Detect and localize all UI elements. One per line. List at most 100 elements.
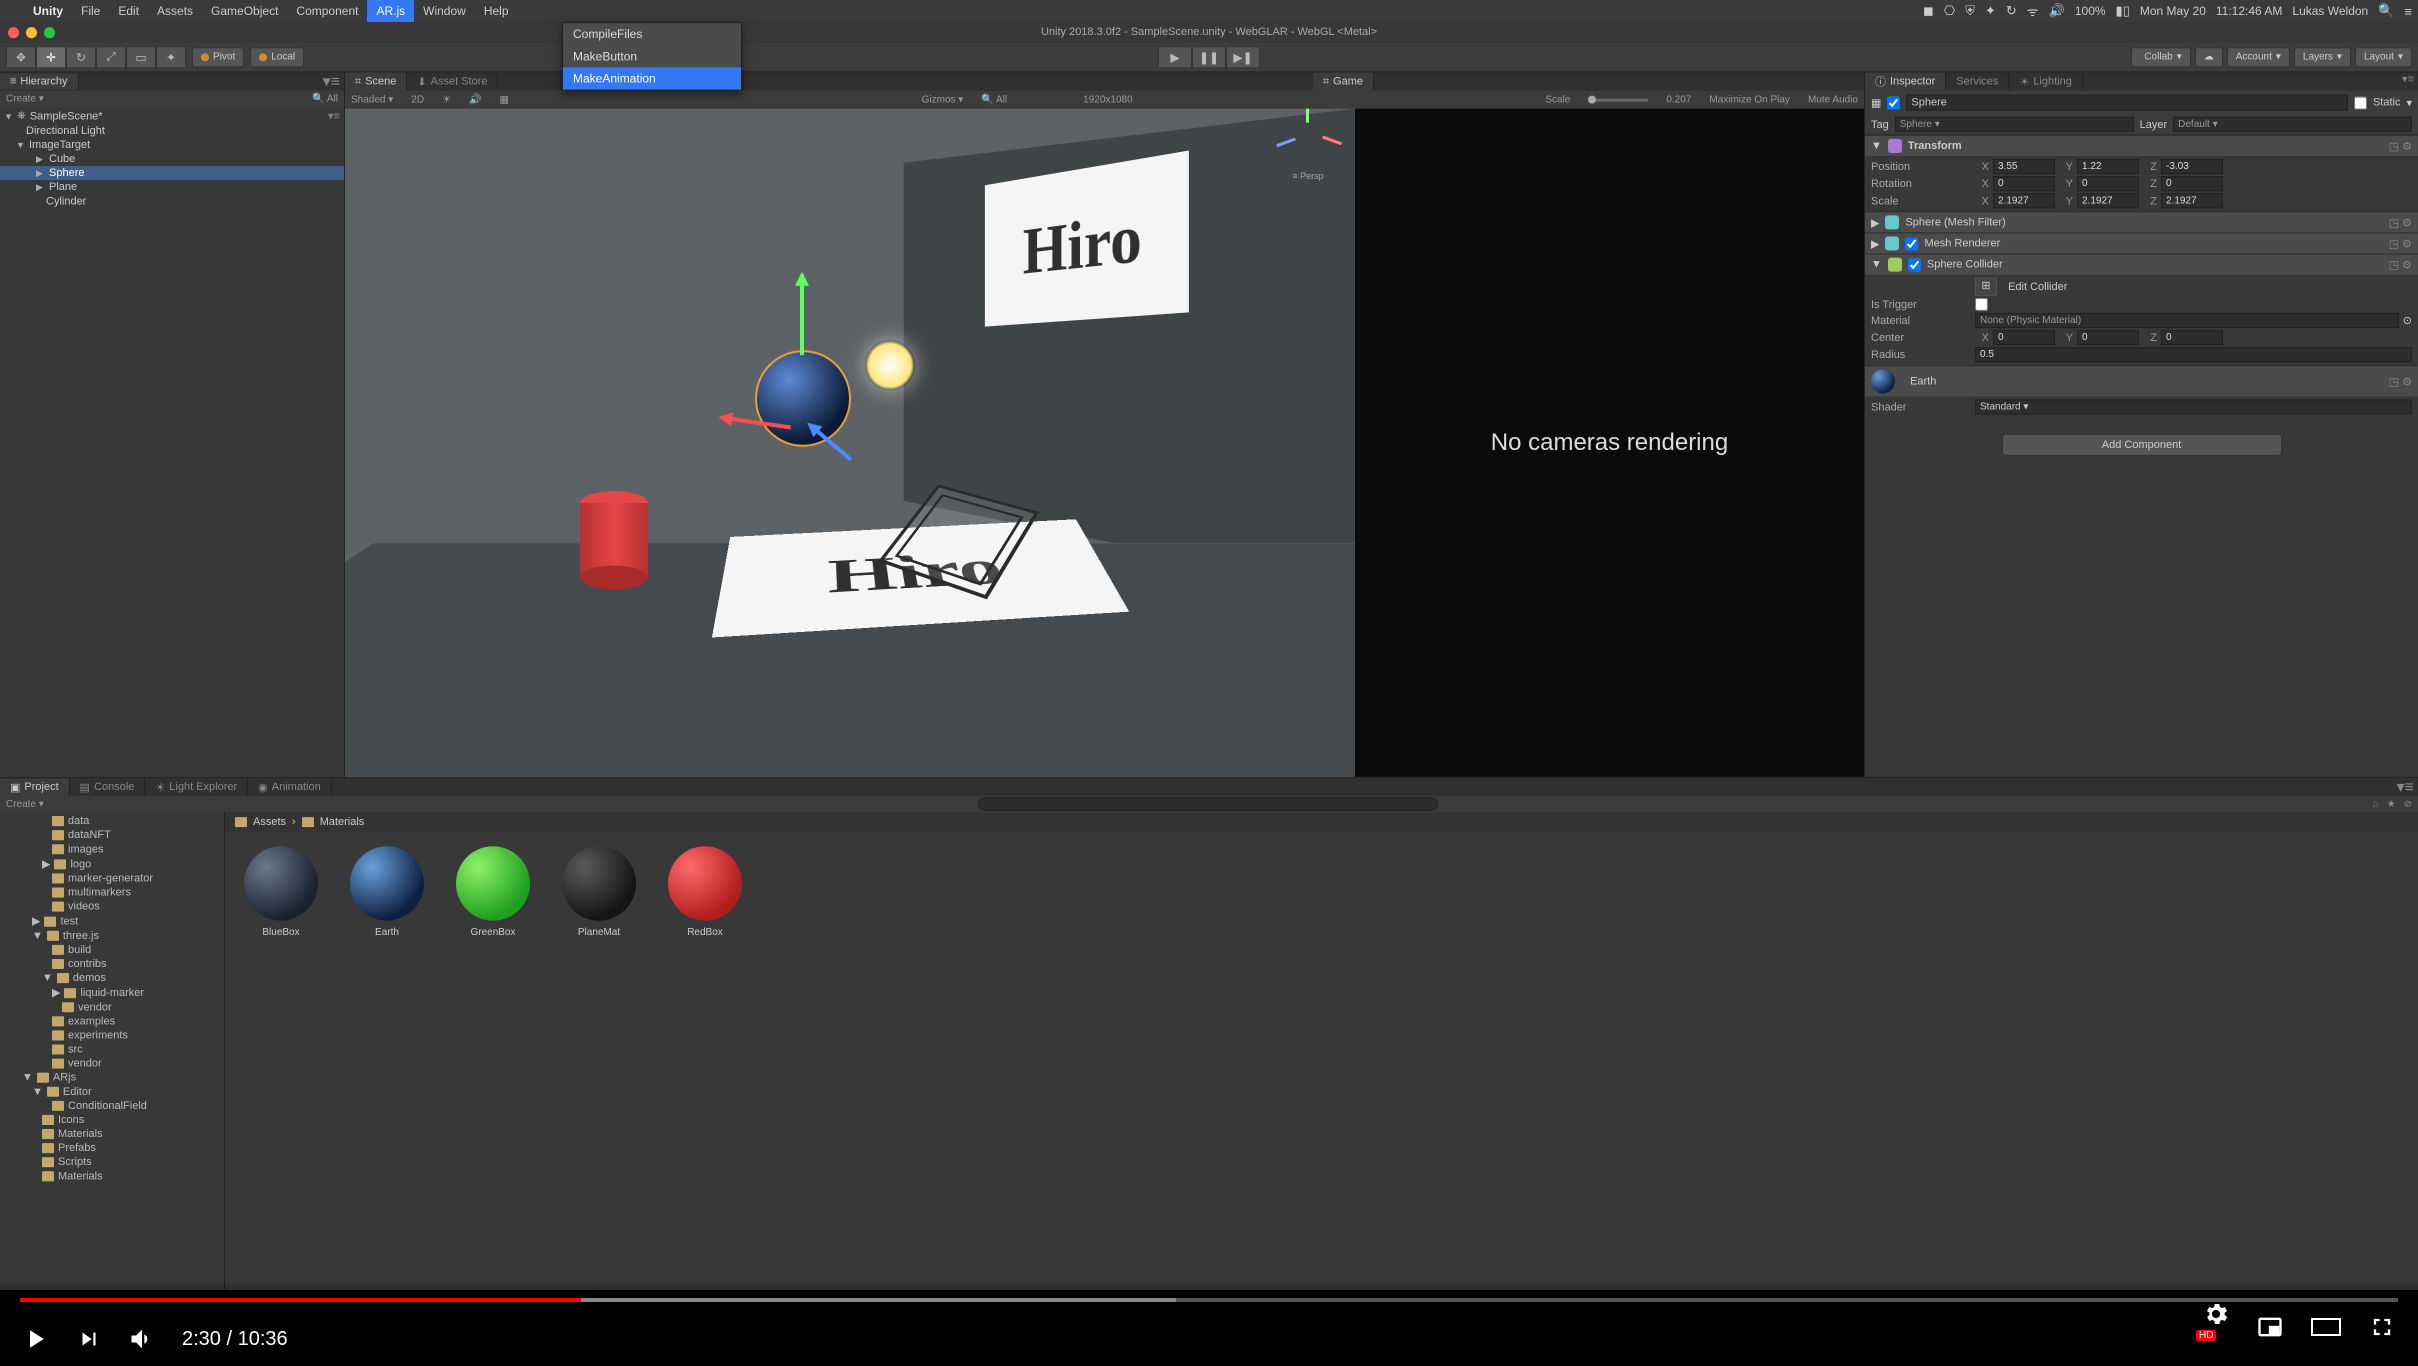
hierarchy-search[interactable]: 🔍 All: [312, 93, 338, 104]
move-tool[interactable]: ✛: [36, 46, 66, 68]
filter-icon[interactable]: ⌂: [2373, 798, 2379, 809]
close-window-button[interactable]: [8, 27, 19, 38]
node-plane[interactable]: ▶Plane: [0, 180, 344, 194]
zoom-window-button[interactable]: [44, 27, 55, 38]
scene-tab[interactable]: ⌗ Scene: [345, 72, 407, 90]
spotlight-icon[interactable]: 🔍: [2378, 3, 2394, 19]
position-x[interactable]: 3.55: [1993, 159, 2055, 174]
rotation-z[interactable]: 0: [2161, 176, 2223, 191]
cloud-button[interactable]: ☁: [2195, 47, 2223, 67]
hidden-icon[interactable]: ⊘: [2404, 798, 2412, 809]
unity-hub-icon[interactable]: ⎔: [1944, 3, 1955, 19]
rect-tool[interactable]: ▭: [126, 46, 156, 68]
asset-earth[interactable]: Earth: [345, 846, 429, 938]
asset-store-tab[interactable]: ⬇ Asset Store: [407, 72, 498, 90]
gear-icon[interactable]: ◳ ⚙: [2389, 258, 2412, 271]
pivot-toggle[interactable]: Pivot: [192, 47, 244, 67]
project-options-icon[interactable]: ▾≡: [2393, 777, 2418, 797]
maximize-toggle[interactable]: Maximize On Play: [1709, 94, 1790, 105]
node-imagetarget[interactable]: ▼ImageTarget: [0, 138, 344, 152]
account-dropdown[interactable]: Account ▾: [2227, 47, 2290, 67]
project-tree[interactable]: data dataNFT images ▶logo marker-generat…: [0, 812, 225, 1290]
transform-tool[interactable]: ✦: [156, 46, 186, 68]
rotation-y[interactable]: 0: [2077, 176, 2139, 191]
layers-dropdown[interactable]: Layers ▾: [2294, 47, 2351, 67]
scale-tool[interactable]: ⤢: [96, 46, 126, 68]
siri-icon[interactable]: ≡: [2404, 4, 2412, 19]
meshrenderer-header[interactable]: ▶ Mesh Renderer◳ ⚙: [1865, 232, 2418, 253]
physic-material-field[interactable]: None (Physic Material): [1975, 313, 2399, 328]
collider-header[interactable]: ▼ Sphere Collider◳ ⚙: [1865, 254, 2418, 275]
gizmos-dropdown[interactable]: Gizmos ▾: [922, 94, 964, 105]
node-cylinder[interactable]: Cylinder: [0, 194, 344, 208]
wifi-icon[interactable]: ᯤ: [2027, 2, 2039, 20]
tool-icon[interactable]: ✦: [1985, 3, 1996, 19]
rotate-tool[interactable]: ↻: [66, 46, 96, 68]
video-play-button[interactable]: [20, 1324, 50, 1354]
layout-dropdown[interactable]: Layout ▾: [2355, 47, 2412, 67]
inspector-tab[interactable]: ⓘ Inspector: [1865, 72, 1946, 90]
scale-slider[interactable]: [1588, 98, 1648, 101]
console-tab[interactable]: ▤ Console: [70, 778, 146, 795]
node-directional-light[interactable]: Directional Light: [0, 124, 344, 138]
create-dropdown[interactable]: Create ▾: [6, 93, 44, 104]
scale-z[interactable]: 2.1927: [2161, 193, 2223, 208]
scene-sphere-selected[interactable]: [755, 350, 851, 447]
inspector-options-icon[interactable]: ▾≡: [2398, 72, 2418, 90]
radius-field[interactable]: 0.5: [1975, 347, 2412, 362]
video-next-button[interactable]: [76, 1326, 102, 1352]
menu-edit[interactable]: Edit: [109, 0, 148, 22]
node-sphere[interactable]: ▶Sphere: [0, 166, 344, 180]
local-toggle[interactable]: Local: [250, 47, 304, 67]
lighting-tab[interactable]: ☀ Lighting: [2009, 72, 2082, 90]
node-cube[interactable]: ▶Cube: [0, 152, 344, 166]
favorites-icon[interactable]: ★: [2387, 798, 2396, 809]
light-explorer-tab[interactable]: ☀ Light Explorer: [145, 778, 248, 795]
asset-greenbox[interactable]: GreenBox: [451, 846, 535, 938]
menu-component[interactable]: Component: [287, 0, 367, 22]
tag-dropdown[interactable]: Sphere ▾: [1895, 117, 2134, 132]
dropdown-compilefiles[interactable]: CompileFiles: [563, 23, 741, 45]
gameobject-name[interactable]: Sphere: [1906, 95, 2348, 111]
video-volume-button[interactable]: [128, 1325, 156, 1353]
project-tab[interactable]: ▣ Project: [0, 778, 70, 795]
menu-gameobject[interactable]: GameObject: [202, 0, 287, 22]
gear-icon[interactable]: ◳ ⚙: [2389, 237, 2412, 250]
meshfilter-header[interactable]: ▶ Sphere (Mesh Filter)◳ ⚙: [1865, 211, 2418, 232]
menu-window[interactable]: Window: [414, 0, 475, 22]
breadcrumb[interactable]: Assets › Materials: [225, 812, 2418, 832]
scene-node[interactable]: ▼⎈ SampleScene*▾≡: [0, 109, 344, 124]
scene-view[interactable]: Hiro Hiro ≡ Persp: [345, 109, 1355, 777]
video-miniplayer-button[interactable]: [2256, 1313, 2284, 1341]
center-z[interactable]: 0: [2161, 330, 2223, 345]
asset-bluebox[interactable]: BlueBox: [239, 846, 323, 938]
menu-assets[interactable]: Assets: [148, 0, 202, 22]
2d-toggle[interactable]: 2D: [411, 94, 424, 105]
transform-header[interactable]: ▼ Transform◳ ⚙: [1865, 135, 2418, 156]
audio-toggle-icon[interactable]: 🔊: [469, 94, 481, 105]
collab-dropdown[interactable]: Collab ▾: [2131, 47, 2190, 67]
hierarchy-tab[interactable]: ≡ Hierarchy: [0, 73, 79, 89]
minimize-window-button[interactable]: [26, 27, 37, 38]
game-resolution-dropdown[interactable]: 1920x1080: [1083, 94, 1133, 105]
position-y[interactable]: 1.22: [2077, 159, 2139, 174]
shaded-dropdown[interactable]: Shaded ▾: [351, 94, 393, 105]
volume-icon[interactable]: 🔊: [2049, 3, 2065, 19]
light-toggle-icon[interactable]: ☀: [442, 94, 451, 105]
video-progress-bar[interactable]: [20, 1298, 2398, 1302]
battery-icon[interactable]: ▮▯: [2116, 3, 2130, 19]
gear-icon[interactable]: ◳ ⚙: [2389, 375, 2412, 388]
collider-checkbox[interactable]: [1908, 258, 1921, 271]
move-gizmo-y[interactable]: [800, 275, 804, 355]
fx-toggle-icon[interactable]: ▦: [500, 94, 509, 105]
menu-app[interactable]: Unity: [24, 0, 72, 22]
gear-icon[interactable]: ◳ ⚙: [2389, 139, 2412, 152]
stop-icon[interactable]: ◼︎: [1923, 3, 1934, 19]
play-button[interactable]: ▶: [1158, 46, 1192, 68]
asset-planemat[interactable]: PlaneMat: [557, 846, 641, 938]
dropdown-makeanimation[interactable]: MakeAnimation: [563, 67, 741, 89]
position-z[interactable]: -3.03: [2161, 159, 2223, 174]
services-tab[interactable]: Services: [1946, 72, 2009, 90]
center-y[interactable]: 0: [2077, 330, 2139, 345]
video-theater-button[interactable]: [2310, 1315, 2342, 1339]
